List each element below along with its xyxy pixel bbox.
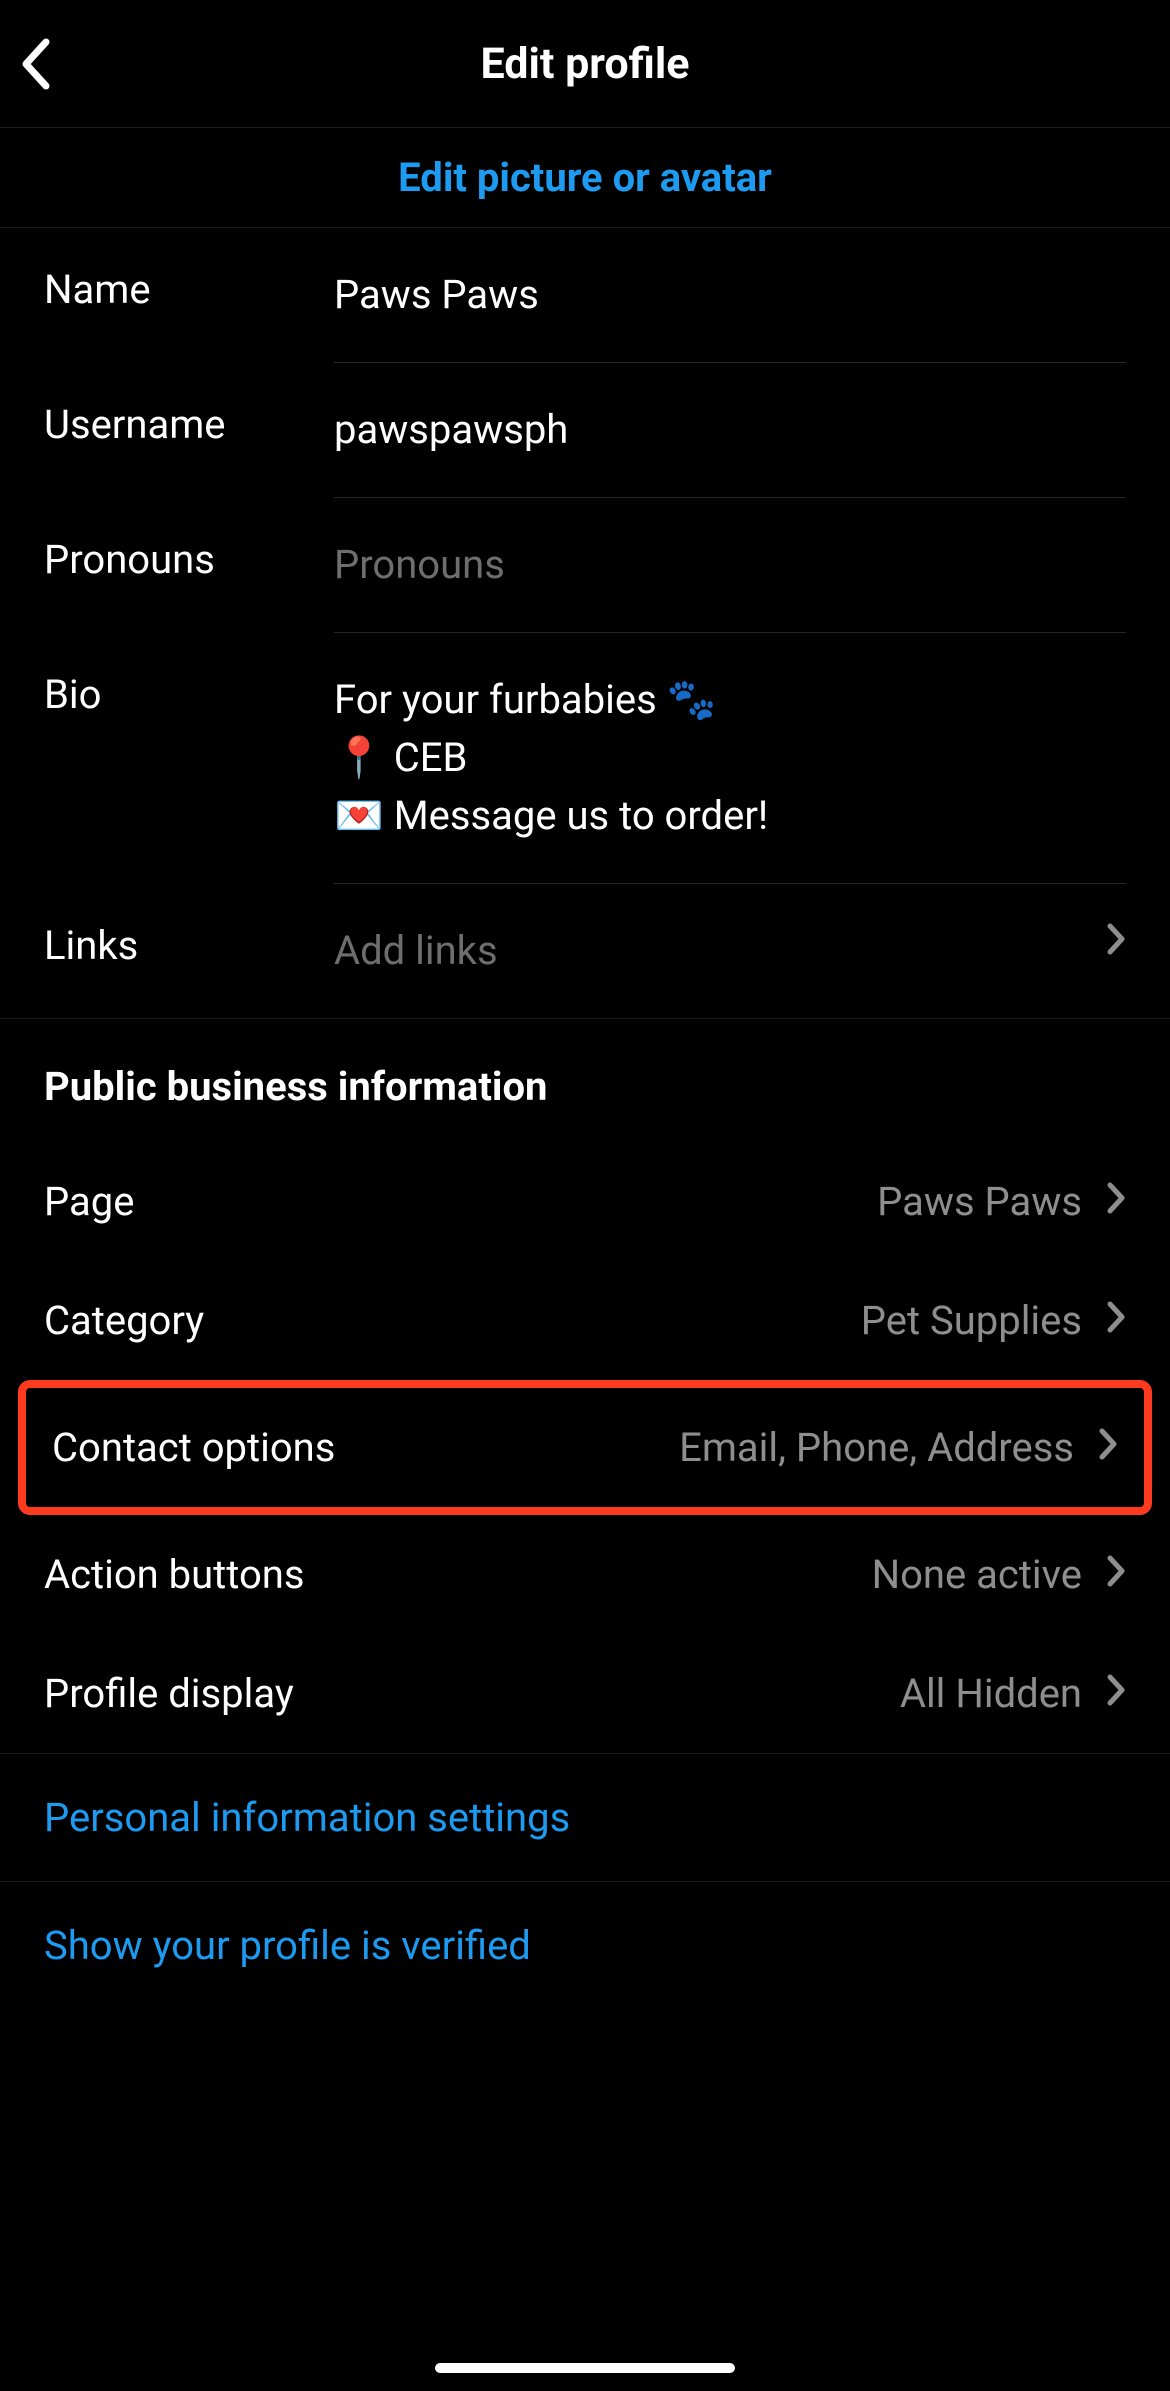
contact-options-highlight: Contact options Email, Phone, Address xyxy=(18,1380,1152,1515)
show-verified-link[interactable]: Show your profile is verified xyxy=(0,1881,1170,2009)
personal-info-settings-link[interactable]: Personal information settings xyxy=(0,1753,1170,1881)
personal-info-settings-label: Personal information settings xyxy=(44,1794,570,1841)
name-row[interactable]: Name Paws Paws xyxy=(0,228,1170,363)
business-heading: Public business information xyxy=(0,1019,1170,1142)
contact-options-value: Email, Phone, Address xyxy=(679,1424,1098,1471)
pronouns-placeholder: Pronouns xyxy=(334,536,1126,594)
pronouns-label: Pronouns xyxy=(44,498,334,621)
profile-display-value: All Hidden xyxy=(900,1670,1106,1717)
pronouns-row[interactable]: Pronouns Pronouns xyxy=(0,498,1170,633)
category-value: Pet Supplies xyxy=(861,1297,1106,1344)
username-row[interactable]: Username pawspawsph xyxy=(0,363,1170,498)
action-buttons-label: Action buttons xyxy=(44,1551,305,1598)
name-label: Name xyxy=(44,228,334,351)
page-title: Edit profile xyxy=(481,39,690,89)
action-buttons-row[interactable]: Action buttons None active xyxy=(0,1515,1170,1634)
header: Edit profile xyxy=(0,0,1170,128)
chevron-right-icon xyxy=(1086,922,1126,956)
links-label: Links xyxy=(44,884,334,1007)
action-buttons-value: None active xyxy=(872,1551,1106,1598)
links-placeholder: Add links xyxy=(334,922,1086,980)
chevron-left-icon xyxy=(18,36,52,92)
links-row[interactable]: Links Add links xyxy=(0,884,1170,1018)
show-verified-label: Show your profile is verified xyxy=(44,1922,531,1969)
chevron-right-icon xyxy=(1106,1670,1126,1717)
bio-value: For your furbabies 🐾 📍 CEB 💌 Message us … xyxy=(334,671,1126,845)
category-label: Category xyxy=(44,1297,204,1344)
edit-picture-link[interactable]: Edit picture or avatar xyxy=(0,128,1170,228)
chevron-right-icon xyxy=(1098,1424,1118,1471)
page-row[interactable]: Page Paws Paws xyxy=(0,1142,1170,1261)
profile-display-row[interactable]: Profile display All Hidden xyxy=(0,1634,1170,1753)
username-value: pawspawsph xyxy=(334,401,1126,459)
chevron-right-icon xyxy=(1106,1178,1126,1225)
chevron-right-icon xyxy=(1106,1297,1126,1344)
business-section: Public business information Page Paws Pa… xyxy=(0,1019,1170,1753)
name-value: Paws Paws xyxy=(334,266,1126,324)
bio-row[interactable]: Bio For your furbabies 🐾 📍 CEB 💌 Message… xyxy=(0,633,1170,884)
home-indicator[interactable] xyxy=(435,2363,735,2373)
contact-options-label: Contact options xyxy=(52,1424,335,1471)
page-value: Paws Paws xyxy=(877,1178,1106,1225)
chevron-right-icon xyxy=(1106,1551,1126,1598)
edit-picture-label: Edit picture or avatar xyxy=(398,154,772,201)
back-button[interactable] xyxy=(18,0,98,128)
contact-options-row[interactable]: Contact options Email, Phone, Address xyxy=(26,1388,1144,1507)
bio-label: Bio xyxy=(44,633,334,756)
username-label: Username xyxy=(44,363,334,486)
page-label: Page xyxy=(44,1178,134,1225)
profile-form: Name Paws Paws Username pawspawsph Prono… xyxy=(0,228,1170,1018)
category-row[interactable]: Category Pet Supplies xyxy=(0,1261,1170,1380)
profile-display-label: Profile display xyxy=(44,1670,294,1717)
